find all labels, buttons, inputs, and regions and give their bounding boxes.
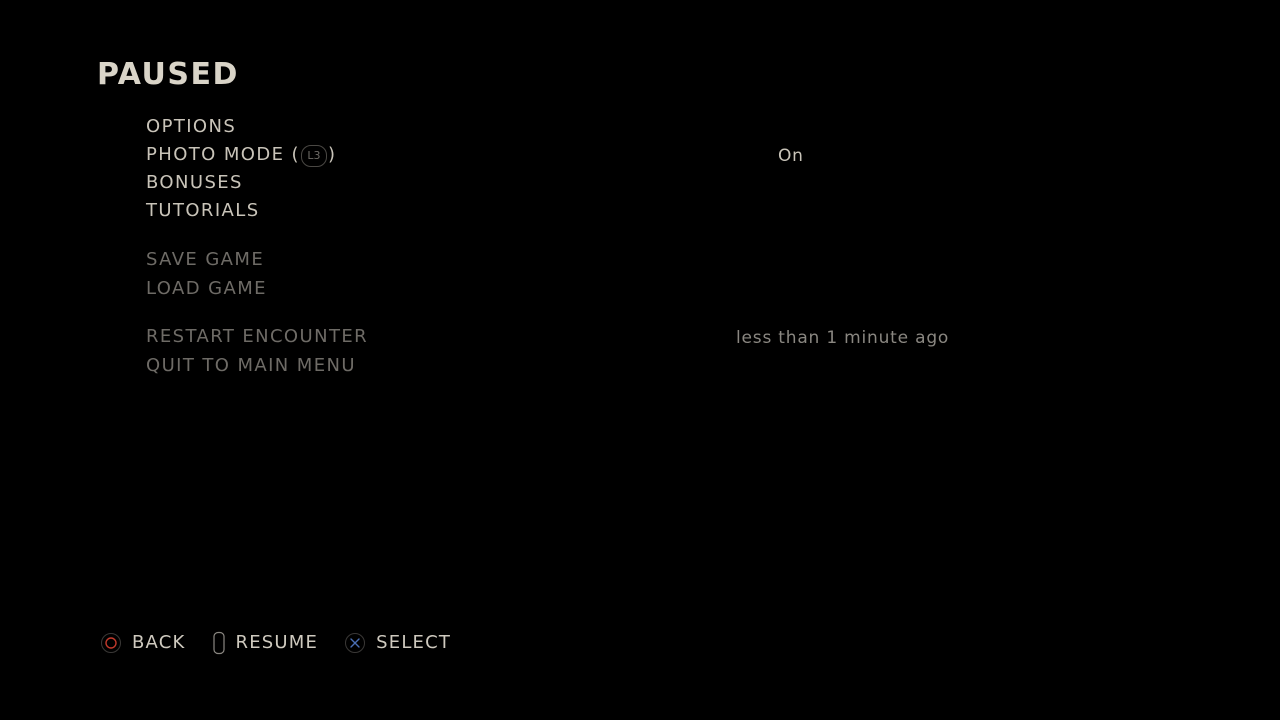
menu-item-bonuses-label: BONUSES — [146, 172, 243, 193]
menu-item-photo-mode-label: PHOTO MODE — [146, 144, 285, 165]
page-title: PAUSED — [97, 57, 239, 92]
resume-hint[interactable]: RESUME — [212, 631, 319, 655]
l3-button-icon: L3 — [300, 145, 327, 167]
menu-item-options-label: OPTIONS — [146, 116, 237, 137]
menu-item-load-game[interactable]: LOAD GAME — [146, 278, 267, 300]
menu-item-tutorials-label: TUTORIALS — [146, 200, 260, 221]
options-button-icon — [212, 631, 225, 655]
menu-item-options[interactable]: OPTIONS — [146, 116, 236, 138]
restart-time-value: less than 1 minute ago — [736, 328, 950, 348]
menu-item-restart-encounter[interactable]: RESTART ENCOUNTER — [146, 326, 368, 348]
circle-button-icon — [101, 633, 121, 653]
menu-item-restart-encounter-label: RESTART ENCOUNTER — [146, 326, 369, 347]
back-hint[interactable]: BACK — [100, 632, 186, 654]
menu-item-bonuses[interactable]: BONUSES — [146, 172, 243, 194]
photo-mode-paren-close: ) — [327, 144, 337, 165]
photo-mode-value: On — [778, 146, 804, 166]
menu-item-photo-mode[interactable]: PHOTO MODE (L3) — [146, 144, 336, 167]
select-hint[interactable]: SELECT — [344, 632, 451, 654]
menu-item-save-game[interactable]: SAVE GAME — [146, 249, 264, 271]
resume-label: RESUME — [235, 632, 319, 653]
menu-item-quit-to-main-menu[interactable]: QUIT TO MAIN MENU — [146, 355, 356, 377]
back-label: BACK — [132, 632, 186, 653]
menu-item-load-game-label: LOAD GAME — [146, 278, 267, 299]
cross-button-icon — [345, 633, 366, 653]
select-label: SELECT — [376, 632, 452, 653]
photo-mode-paren-open: ( — [291, 144, 300, 165]
menu-item-tutorials[interactable]: TUTORIALS — [146, 200, 260, 222]
menu-item-save-game-label: SAVE GAME — [146, 249, 265, 270]
footer-button-hints: BACK RESUME SELECT — [100, 630, 477, 656]
menu-item-quit-label: QUIT TO MAIN MENU — [146, 355, 356, 376]
